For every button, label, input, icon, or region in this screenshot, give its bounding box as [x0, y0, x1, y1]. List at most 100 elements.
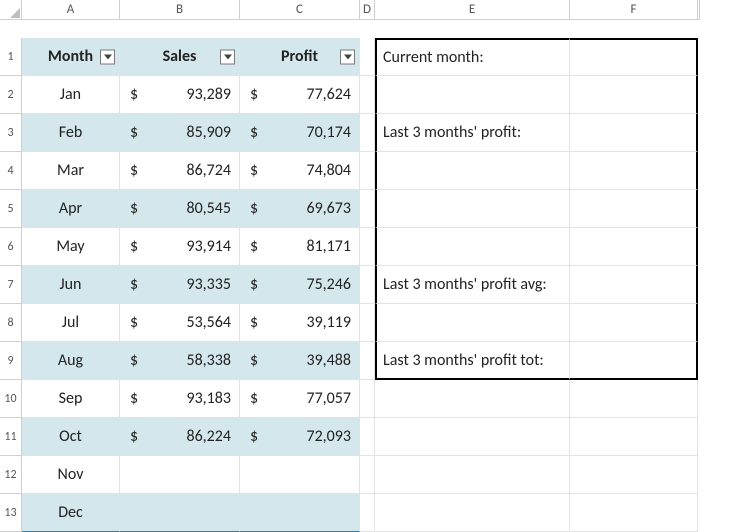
row-header-2[interactable]: 2 — [0, 76, 22, 114]
cell-D5[interactable] — [360, 190, 375, 228]
row-header-12[interactable]: 12 — [0, 456, 22, 494]
cell-F11[interactable] — [570, 418, 698, 456]
table-header-month[interactable]: Month — [22, 38, 120, 76]
currency-symbol: $ — [250, 123, 262, 142]
cell-D2[interactable] — [360, 76, 375, 114]
cell-D9[interactable] — [360, 342, 375, 380]
cell-month[interactable]: Jun — [22, 266, 120, 304]
cell-D3[interactable] — [360, 114, 375, 152]
cell-profit[interactable]: $75,246 — [240, 266, 360, 304]
cell-D4[interactable] — [360, 152, 375, 190]
cell-edge — [698, 418, 710, 456]
cell-month[interactable]: May — [22, 228, 120, 266]
cell-month[interactable]: Aug — [22, 342, 120, 380]
cell-E12[interactable] — [375, 456, 570, 494]
col-header-C[interactable]: C — [240, 0, 360, 20]
cell-D1[interactable] — [360, 38, 375, 76]
cell-profit[interactable]: $77,624 — [240, 76, 360, 114]
filter-icon[interactable] — [340, 49, 355, 64]
col-header-B[interactable]: B — [120, 0, 240, 20]
cell-E7-label[interactable]: Last 3 months' profit avg: — [375, 266, 570, 304]
cell-sales[interactable]: $93,335 — [120, 266, 240, 304]
cell-F4[interactable] — [570, 152, 698, 190]
cell-E11[interactable] — [375, 418, 570, 456]
cell-E1-label[interactable]: Current month: — [375, 38, 570, 76]
cell-profit[interactable]: $70,174 — [240, 114, 360, 152]
currency-symbol: $ — [130, 199, 142, 218]
cell-profit[interactable]: $77,057 — [240, 380, 360, 418]
row-header-7[interactable]: 7 — [0, 266, 22, 304]
table-header-profit[interactable]: Profit — [240, 38, 360, 76]
cell-profit[interactable]: $72,093 — [240, 418, 360, 456]
cell-profit[interactable]: $39,119 — [240, 304, 360, 342]
cell-sales[interactable]: $85,909 — [120, 114, 240, 152]
filter-icon[interactable] — [220, 49, 235, 64]
cell-profit[interactable] — [240, 456, 360, 494]
filter-icon[interactable] — [100, 49, 115, 64]
row-header-3[interactable]: 3 — [0, 114, 22, 152]
cell-F8[interactable] — [570, 304, 698, 342]
cell-E6[interactable] — [375, 228, 570, 266]
cell-D6[interactable] — [360, 228, 375, 266]
cell-F1[interactable] — [570, 38, 698, 76]
cell-E5[interactable] — [375, 190, 570, 228]
cell-month[interactable]: Feb — [22, 114, 120, 152]
row-header-11[interactable]: 11 — [0, 418, 22, 456]
cell-month[interactable]: Apr — [22, 190, 120, 228]
cell-month[interactable]: Sep — [22, 380, 120, 418]
cell-F10[interactable] — [570, 380, 698, 418]
cell-D11[interactable] — [360, 418, 375, 456]
cell-profit[interactable]: $81,171 — [240, 228, 360, 266]
cell-F5[interactable] — [570, 190, 698, 228]
cell-E2[interactable] — [375, 76, 570, 114]
cell-D10[interactable] — [360, 380, 375, 418]
row-header-6[interactable]: 6 — [0, 228, 22, 266]
row-header-9[interactable]: 9 — [0, 342, 22, 380]
cell-E8[interactable] — [375, 304, 570, 342]
row-header-8[interactable]: 8 — [0, 304, 22, 342]
cell-F6[interactable] — [570, 228, 698, 266]
cell-sales[interactable]: $93,289 — [120, 76, 240, 114]
cell-month[interactable]: Nov — [22, 456, 120, 494]
cell-sales[interactable]: $86,724 — [120, 152, 240, 190]
spreadsheet-grid[interactable]: A B C D E F 1 Month Sales Profit Current… — [0, 0, 750, 532]
cell-sales[interactable]: $80,545 — [120, 190, 240, 228]
cell-D8[interactable] — [360, 304, 375, 342]
col-header-F[interactable]: F — [570, 0, 698, 20]
col-header-D[interactable]: D — [360, 0, 375, 20]
cell-E3-label[interactable]: Last 3 months' profit: — [375, 114, 570, 152]
cell-D12[interactable] — [360, 456, 375, 494]
cell-sales[interactable] — [120, 456, 240, 494]
col-header-E[interactable]: E — [375, 0, 570, 20]
cell-F2[interactable] — [570, 76, 698, 114]
row-header-10[interactable]: 10 — [0, 380, 22, 418]
select-all-corner[interactable] — [0, 0, 22, 20]
cell-F3[interactable] — [570, 114, 698, 152]
currency-symbol: $ — [250, 389, 262, 408]
row-header-4[interactable]: 4 — [0, 152, 22, 190]
cell-profit[interactable]: $74,804 — [240, 152, 360, 190]
cell-month[interactable]: Jul — [22, 304, 120, 342]
col-header-edge — [698, 0, 700, 20]
col-header-A[interactable]: A — [22, 0, 120, 20]
cell-month[interactable]: Jan — [22, 76, 120, 114]
cell-E4[interactable] — [375, 152, 570, 190]
cell-sales[interactable]: $53,564 — [120, 304, 240, 342]
cell-sales[interactable]: $58,338 — [120, 342, 240, 380]
cell-month[interactable]: Mar — [22, 152, 120, 190]
cell-month[interactable]: Oct — [22, 418, 120, 456]
cell-F12[interactable] — [570, 456, 698, 494]
cell-profit[interactable]: $39,488 — [240, 342, 360, 380]
cell-E10[interactable] — [375, 380, 570, 418]
row-header-1[interactable]: 1 — [0, 38, 22, 76]
cell-sales[interactable]: $86,224 — [120, 418, 240, 456]
cell-F9[interactable] — [570, 342, 698, 380]
cell-E9-label[interactable]: Last 3 months' profit tot: — [375, 342, 570, 380]
table-header-sales[interactable]: Sales — [120, 38, 240, 76]
cell-D7[interactable] — [360, 266, 375, 304]
cell-sales[interactable]: $93,183 — [120, 380, 240, 418]
cell-sales[interactable]: $93,914 — [120, 228, 240, 266]
cell-F7[interactable] — [570, 266, 698, 304]
cell-profit[interactable]: $69,673 — [240, 190, 360, 228]
row-header-5[interactable]: 5 — [0, 190, 22, 228]
